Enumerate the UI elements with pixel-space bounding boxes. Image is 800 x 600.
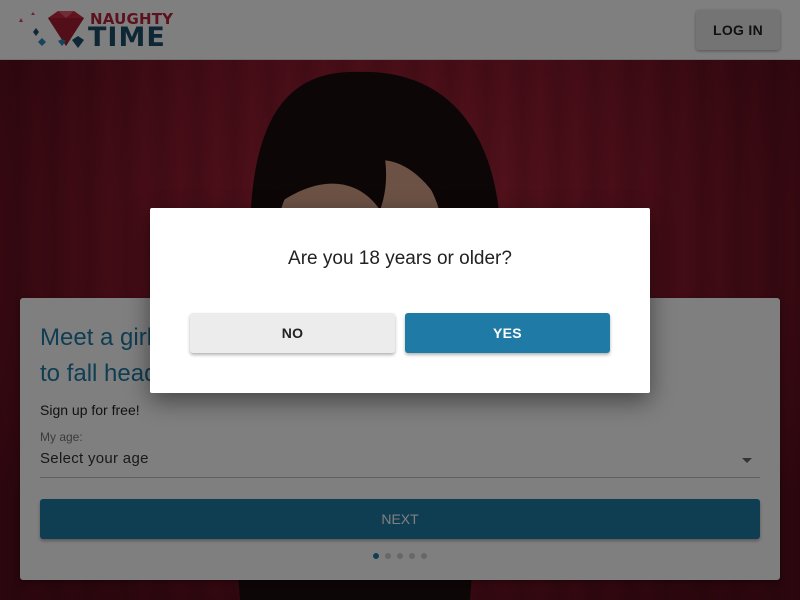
yes-button[interactable]: YES [405,313,610,353]
no-button[interactable]: NO [190,313,395,353]
age-question: Are you 18 years or older? [288,248,512,269]
age-verification-dialog: Are you 18 years or older? NO YES [150,208,650,393]
